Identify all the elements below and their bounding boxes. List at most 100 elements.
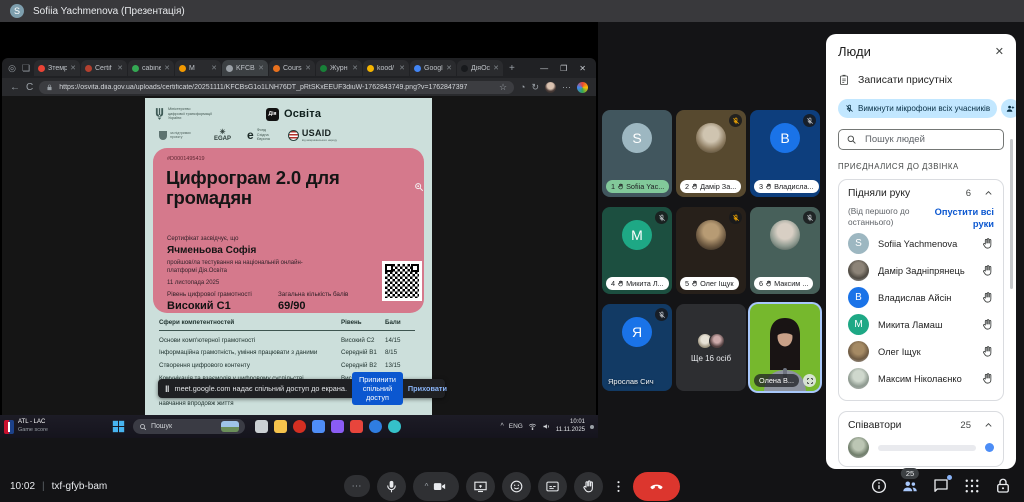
mute-all-button[interactable]: Вимкнути мікрофони всіх учасників [838,99,997,118]
tab-close-icon[interactable]: ✕ [70,64,76,72]
hide-share-bar-link[interactable]: Приховати [408,384,447,393]
browser-tab[interactable]: KFCBs ✕ [222,60,268,76]
more-controls-button[interactable] [610,472,626,501]
add-people-button[interactable] [1001,99,1016,118]
notification-bell-icon[interactable] [590,425,594,429]
collapse-chevron-icon[interactable] [983,420,994,431]
tab-close-icon[interactable]: ✕ [164,64,170,72]
chat-button[interactable] [932,477,950,495]
raised-hand-row[interactable]: M Микита Ламаш [848,311,994,338]
wifi-icon[interactable] [528,422,537,431]
bookmark-star-icon[interactable]: ☆ [499,82,507,93]
extensions-icon[interactable]: ◔ [520,82,525,92]
file-explorer-icon[interactable] [274,420,287,433]
browser-tab[interactable]: Googl ✕ [410,60,456,76]
camera-button[interactable]: ^ [413,472,459,501]
end-call-button[interactable] [633,472,680,501]
participant-name: Микита Л... [626,279,664,288]
url-input[interactable] [57,83,495,92]
panel-scrollbar[interactable] [1010,139,1013,289]
activities-button[interactable] [963,477,981,495]
browser-tab[interactable]: M ✕ [175,60,221,76]
mcafee-icon[interactable] [293,420,306,433]
browser-tab[interactable]: ДіяОс ✕ [457,60,503,76]
more-options-button[interactable]: ⋯ [344,475,370,497]
raise-hand-button[interactable] [574,472,603,501]
browser-profile-avatar[interactable] [545,82,556,93]
browser-tab[interactable]: Журн ✕ [316,60,362,76]
raised-hand-row[interactable]: Максим Ніколаєнко [848,365,994,392]
url-field[interactable]: ☆ [39,81,514,94]
host-controls-button[interactable] [994,477,1012,495]
minimize-button[interactable]: — [540,64,548,73]
raised-hand-icon [981,345,994,358]
tab-close-icon[interactable]: ✕ [117,64,123,72]
raised-hand-row[interactable]: S Sofiia Yachmenova [848,230,994,257]
browser-menu-icon[interactable]: ⋯ [562,82,571,93]
browser-color-icon[interactable] [312,420,325,433]
reactions-button[interactable] [502,472,531,501]
pause-share-icon[interactable]: ‖ [165,384,169,394]
taskbar-clock[interactable]: 10:01 11.11.2025 [556,419,585,434]
tab-search-icon[interactable]: ◎ [6,63,18,74]
people-search-input[interactable] [863,133,996,146]
participant-tile[interactable]: M 4 Микита Л... [602,207,672,294]
participant-tile[interactable]: Ще 16 осіб [676,304,746,391]
participant-tile[interactable]: Олена В... [750,304,820,391]
side-panel-icon[interactable]: ❏ [20,63,32,74]
lower-all-hands-link[interactable]: Опустити всі руки [922,206,994,230]
expand-tile-icon[interactable] [803,374,816,387]
meeting-details-button[interactable] [870,477,888,495]
tab-close-icon[interactable]: ✕ [399,64,405,72]
close-panel-icon[interactable]: ✕ [995,45,1004,58]
history-icon[interactable]: ↻ [531,82,539,93]
participant-tile[interactable]: 2 Дамір За... [676,110,746,197]
people-button[interactable]: 25 [901,477,919,495]
captions-button[interactable] [538,472,567,501]
start-button[interactable] [112,420,125,433]
participant-tile[interactable]: B 3 Владисла... [750,110,820,197]
people-search[interactable] [838,129,1004,150]
participant-tile[interactable]: S 1 Sofiia Yac... [602,110,672,197]
raised-hand-row[interactable]: Олег Іщук [848,338,994,365]
language-indicator[interactable]: ENG [509,423,523,430]
tray-chevron-icon[interactable]: ^ [500,423,503,430]
raised-hand-row[interactable]: B Владислав Айсін [848,284,994,311]
tab-close-icon[interactable]: ✕ [305,64,311,72]
participant-tile[interactable]: 6 Максим ... [750,207,820,294]
volume-icon[interactable] [542,422,551,431]
avatar [848,368,869,389]
microphone-button[interactable] [377,472,406,501]
edge-icon[interactable] [388,420,401,433]
mic-off-icon [732,117,740,125]
photos-icon[interactable] [350,420,363,433]
taskbar-widget[interactable]: ATL - LAC Game score [4,419,94,434]
tab-close-icon[interactable]: ✕ [258,64,264,72]
participant-tile[interactable]: Я Ярослав Сич [602,304,672,391]
participant-tile[interactable]: 5 Олег Іщук [676,207,746,294]
paint-icon[interactable] [331,420,344,433]
present-button[interactable] [466,472,495,501]
stop-sharing-button[interactable]: Припинити спільний доступ [352,372,403,405]
tab-close-icon[interactable]: ✕ [211,64,217,72]
record-attendance-row[interactable]: Записати присутніх [838,74,1004,86]
browser-tab[interactable]: kood/ ✕ [363,60,409,76]
task-view-icon[interactable] [255,420,268,433]
browser-tab[interactable]: cabine ✕ [128,60,174,76]
close-window-button[interactable]: ✕ [579,64,586,73]
taskbar-search[interactable]: Пошук [133,419,245,434]
back-icon[interactable]: ← [10,82,20,93]
reload-icon[interactable]: C [26,82,33,93]
raised-hand-row[interactable]: Дамір Задніпрянець [848,257,994,284]
media-player-icon[interactable] [369,420,382,433]
tab-close-icon[interactable]: ✕ [493,64,499,72]
browser-tab[interactable]: Зтемр ✕ [34,60,80,76]
restore-button[interactable]: ❐ [560,64,567,73]
new-tab-button[interactable]: + [509,63,515,74]
collapse-chevron-icon[interactable] [983,188,994,199]
profile-chip-icon[interactable] [577,82,588,93]
tab-close-icon[interactable]: ✕ [352,64,358,72]
browser-tab[interactable]: Certif ✕ [81,60,127,76]
tab-close-icon[interactable]: ✕ [446,64,452,72]
browser-tab[interactable]: Cours ✕ [269,60,315,76]
